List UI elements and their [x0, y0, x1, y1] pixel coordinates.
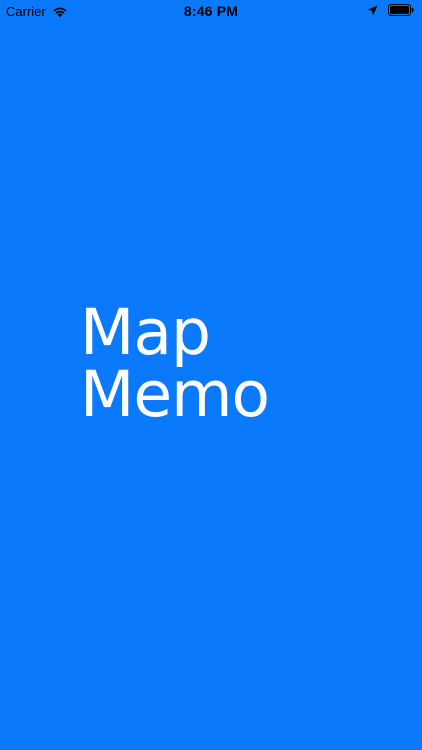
- app-title-line-1: Map: [80, 296, 211, 369]
- status-time: 8:46 PM: [183, 3, 239, 19]
- status-bar: Carrier 8:46 PM: [0, 0, 422, 24]
- app-title-line-2: Memo: [80, 358, 270, 431]
- status-right: [367, 4, 414, 16]
- app-title: Map Memo: [80, 296, 270, 431]
- location-arrow-icon: [367, 5, 378, 16]
- splash-screen: Carrier 8:46 PM Map Memo: [0, 0, 422, 750]
- battery-icon: [388, 4, 414, 16]
